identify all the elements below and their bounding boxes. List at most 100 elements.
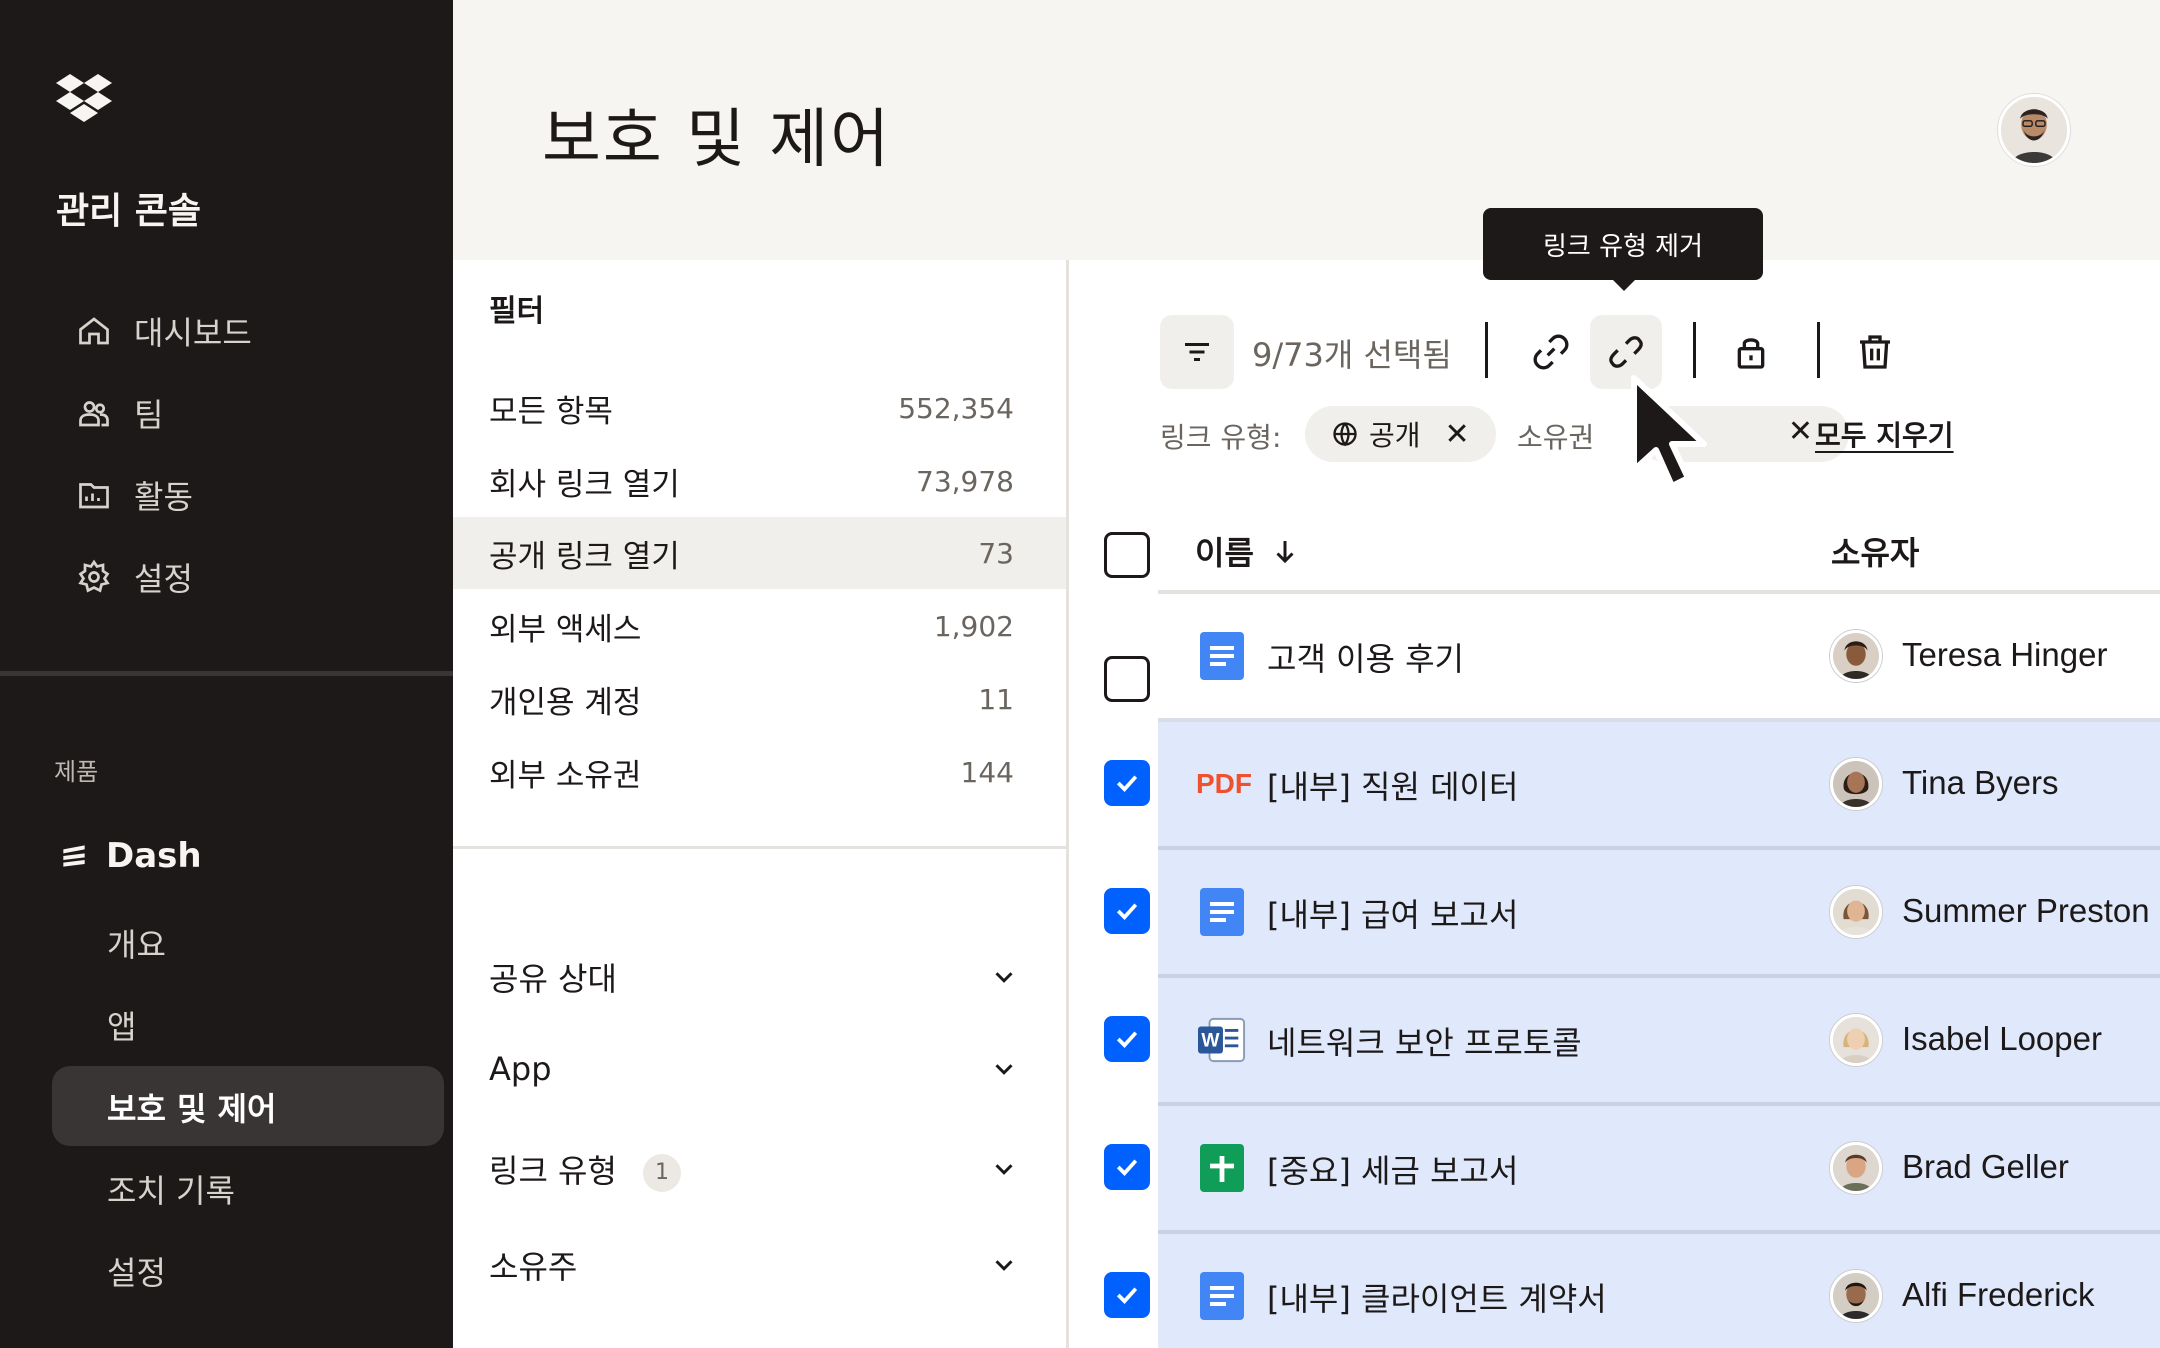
lock-button[interactable] <box>1715 315 1787 389</box>
filter-group-shared-with[interactable]: 공유 상대 <box>489 954 1019 1000</box>
nav-dashboard[interactable]: 대시보드 <box>76 308 252 354</box>
filter-label: 외부 소유권 <box>489 757 642 794</box>
filter-count: 1,902 <box>933 609 1014 643</box>
filter-label: 회사 링크 열기 <box>489 466 680 503</box>
owner-avatar <box>1830 1270 1882 1322</box>
dropbox-logo-icon[interactable] <box>56 68 112 124</box>
nav-team[interactable]: 팀 <box>76 390 163 436</box>
table-row[interactable]: [중요] 세금 보고서 Brad Geller <box>1158 1106 2160 1230</box>
filter-group-owner[interactable]: 소유주 <box>489 1242 1019 1288</box>
filter-count: 73 <box>978 536 1014 570</box>
filter-count: 552,354 <box>898 391 1014 425</box>
check-icon <box>1116 1031 1138 1048</box>
filter-count: 11 <box>978 682 1014 716</box>
row-checkbox[interactable] <box>1104 1016 1150 1062</box>
check-icon <box>1116 903 1138 920</box>
chevron-down-icon <box>995 1260 1013 1271</box>
chip-public[interactable]: 공개 ✕ <box>1305 406 1496 462</box>
row-checkbox[interactable] <box>1104 888 1150 934</box>
close-icon[interactable]: ✕ <box>1788 414 1813 449</box>
row-checkbox[interactable] <box>1104 760 1150 806</box>
delete-button[interactable] <box>1839 315 1911 389</box>
column-header-owner[interactable]: 소유자 <box>1831 528 1919 574</box>
sidebar-divider <box>0 671 453 676</box>
owner-avatar <box>1830 758 1882 810</box>
file-name[interactable]: 네트워크 보안 프로토콜 <box>1267 1018 1582 1064</box>
mouse-cursor-icon <box>1631 375 1707 489</box>
table-row[interactable]: W 네트워크 보안 프로토콜 Isabel Looper <box>1158 978 2160 1102</box>
link-button[interactable] <box>1515 315 1587 389</box>
row-checkbox[interactable] <box>1104 656 1150 702</box>
file-name[interactable]: [내부] 급여 보고서 <box>1267 890 1518 936</box>
filter-badge: 1 <box>642 1154 681 1192</box>
filter-group-link-type[interactable]: 링크 유형 1 <box>489 1146 1019 1192</box>
chip-label-link-type: 링크 유형: <box>1160 421 1282 454</box>
filter-title: 필터 <box>489 294 545 329</box>
product-dash[interactable]: Dash <box>58 836 202 876</box>
owner-name: Alfi Frederick <box>1902 1276 2095 1313</box>
filter-row-external-owner[interactable]: 외부 소유권 144 <box>453 736 1066 808</box>
user-avatar[interactable] <box>1998 94 2070 166</box>
row-checkbox[interactable] <box>1104 1144 1150 1190</box>
select-all-checkbox[interactable] <box>1104 532 1150 578</box>
filter-label: 공개 링크 열기 <box>489 538 680 575</box>
filter-toggle-button[interactable] <box>1160 315 1234 389</box>
group-label: 공유 상대 <box>489 960 617 998</box>
filter-label: 외부 액세스 <box>489 611 642 648</box>
lock-icon <box>1737 338 1765 369</box>
google-doc-icon <box>1198 888 1246 936</box>
section-label: 제품 <box>54 758 99 786</box>
globe-icon <box>1333 422 1357 447</box>
team-icon <box>79 401 109 427</box>
column-header-name[interactable]: 이름 <box>1195 528 1300 574</box>
toolbar-separator <box>1693 322 1696 378</box>
filter-row-all[interactable]: 모든 항목 552,354 <box>453 372 1066 444</box>
file-name[interactable]: [중요] 세금 보고서 <box>1267 1146 1518 1192</box>
table-row[interactable]: [내부] 클라이언트 계약서 Alfi Frederick <box>1158 1234 2160 1348</box>
nav-label: 대시보드 <box>134 314 252 352</box>
trash-icon <box>1860 335 1890 369</box>
toolbar-separator <box>1817 322 1820 378</box>
owner-avatar <box>1830 886 1882 938</box>
filter-row-public-link[interactable]: 공개 링크 열기 73 <box>453 517 1066 589</box>
file-name[interactable]: 고객 이용 후기 <box>1267 634 1464 680</box>
sub-item-apps[interactable]: 앱 <box>107 1002 136 1048</box>
chip-value: 공개 <box>1369 419 1421 452</box>
owner-name: Summer Preston <box>1902 892 2150 929</box>
chevron-down-icon <box>995 972 1013 983</box>
nav-activity[interactable]: 활동 <box>76 472 193 518</box>
clear-all-link[interactable]: 모두 지우기 <box>1815 414 1954 454</box>
file-name[interactable]: [내부] 클라이언트 계약서 <box>1267 1274 1607 1320</box>
owner-name: Isabel Looper <box>1902 1020 2102 1057</box>
console-title: 관리 콘솔 <box>56 191 202 232</box>
filter-label: 개인용 계정 <box>489 684 642 721</box>
google-doc-icon <box>1198 1272 1246 1320</box>
filter-group-app[interactable]: App <box>489 1050 1019 1088</box>
file-name[interactable]: [내부] 직원 데이터 <box>1267 762 1518 808</box>
activity-icon <box>79 483 109 509</box>
filter-row-company-link[interactable]: 회사 링크 열기 73,978 <box>453 445 1066 517</box>
page-title: 보호 및 제어 <box>542 103 892 177</box>
avatar-image <box>2001 97 2067 163</box>
table-row[interactable]: 고객 이용 후기 Teresa Hinger <box>1158 594 2160 718</box>
link-icon <box>1533 334 1569 370</box>
sub-item-action-log[interactable]: 조치 기록 <box>107 1166 235 1212</box>
filter-row-personal[interactable]: 개인용 계정 11 <box>453 663 1066 735</box>
close-icon[interactable]: ✕ <box>1445 417 1470 452</box>
owner-name: Teresa Hinger <box>1902 636 2108 673</box>
owner-avatar <box>1830 1142 1882 1194</box>
filter-row-external-access[interactable]: 외부 액세스 1,902 <box>453 590 1066 662</box>
check-icon <box>1116 1287 1138 1304</box>
filter-count: 144 <box>960 755 1014 789</box>
sub-item-protection[interactable]: 보호 및 제어 <box>107 1084 276 1130</box>
toolbar-separator <box>1485 322 1488 378</box>
table-row[interactable]: [내부] 급여 보고서 Summer Preston <box>1158 850 2160 974</box>
filter-lines-icon <box>1185 343 1209 361</box>
sub-item-settings[interactable]: 설정 <box>107 1248 166 1294</box>
owner-name: Tina Byers <box>1902 764 2059 801</box>
sub-item-overview[interactable]: 개요 <box>107 920 166 966</box>
row-checkbox[interactable] <box>1104 1272 1150 1318</box>
nav-settings[interactable]: 설정 <box>76 554 193 600</box>
table-row[interactable]: PDF [내부] 직원 데이터 Tina Byers <box>1158 722 2160 846</box>
filter-divider <box>453 846 1066 849</box>
